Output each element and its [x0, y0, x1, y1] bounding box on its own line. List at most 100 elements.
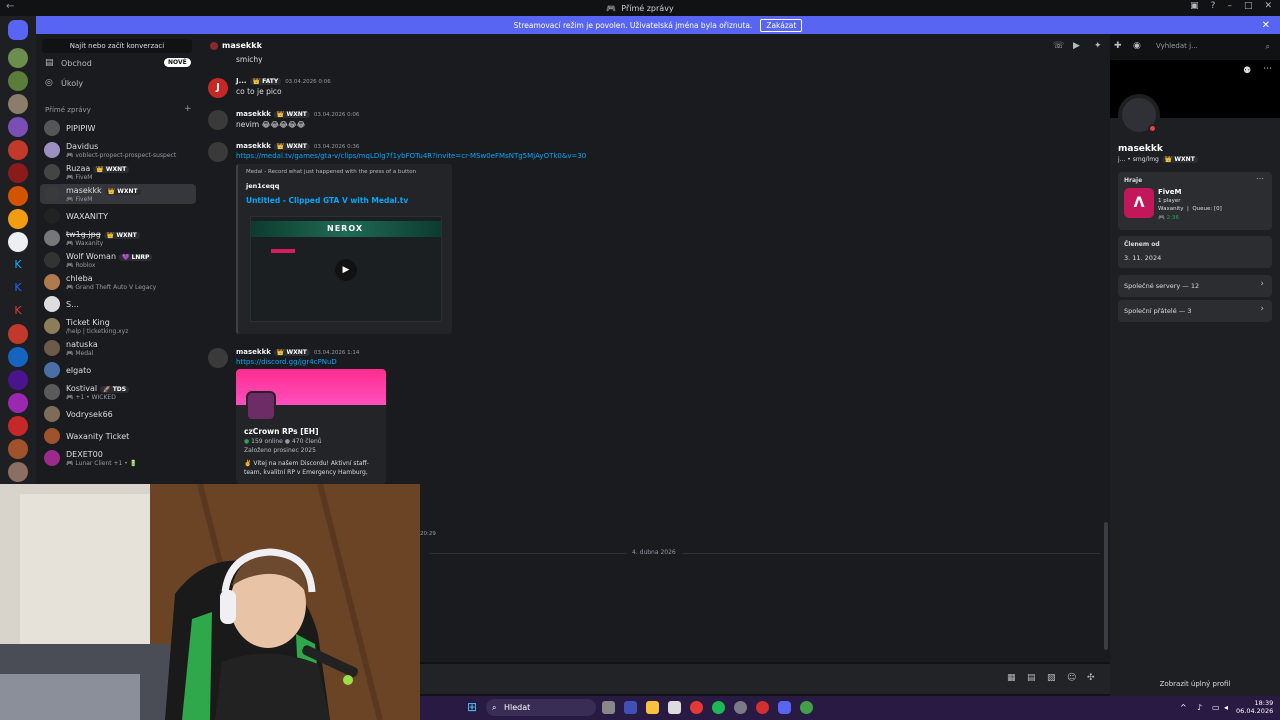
user-profile-icon[interactable]: ◉ [1133, 41, 1141, 51]
voice-call-icon[interactable]: ☏ [1053, 41, 1064, 51]
server-icon[interactable] [8, 462, 28, 482]
dm-item[interactable]: chleba 🎮 Grand Theft Auto V Legacy [40, 272, 196, 292]
dm-item[interactable]: S... [40, 294, 196, 314]
server-icon[interactable] [8, 71, 28, 91]
home-button[interactable] [8, 20, 28, 40]
play-icon[interactable]: ▶ [335, 259, 357, 281]
dm-item[interactable]: Davidus 🎮 voblect-propect-prospect-suspec… [40, 140, 196, 160]
avatar[interactable] [208, 142, 228, 162]
dm-item[interactable]: DEXET00 🎮 Lunar Client +1 • 🔋 [40, 448, 196, 468]
chrome-icon[interactable] [800, 701, 813, 714]
server-icon[interactable]: K [8, 278, 28, 298]
server-icon[interactable]: K [8, 255, 28, 275]
store-icon[interactable] [668, 701, 681, 714]
dm-item[interactable]: tw1g.jpg 👑 WXNT 🎮 Waxanity [40, 228, 196, 248]
message-author[interactable]: masekkk 👑 WXNT 03.04.2026 1:14 [236, 348, 359, 356]
volume-icon[interactable]: ◂ [1224, 703, 1228, 712]
gift-icon[interactable]: ▦ [1007, 673, 1016, 683]
dm-item[interactable]: Wolf Woman 💜 LNRP 🎮 Roblox [40, 250, 196, 270]
taskbar-search[interactable]: ⌕ Hledat [486, 699, 596, 716]
server-icon[interactable] [8, 140, 28, 160]
create-dm-icon[interactable]: + [184, 104, 192, 114]
minimize-icon[interactable]: – [1227, 1, 1232, 11]
dm-item[interactable]: Ruzaa 👑 WXNT 🎮 FiveM [40, 162, 196, 182]
mutual-friends-row[interactable]: Společní přátelé — 3 › [1118, 300, 1272, 322]
pin-icon[interactable]: ✦ [1094, 41, 1102, 51]
embed-author[interactable]: jen1ceqq [246, 182, 279, 190]
server-invite-embed[interactable]: czCrown RPs [EH] ● 159 online ● 470 člen… [236, 369, 386, 484]
dm-item[interactable]: elgato [40, 360, 196, 380]
embed-title[interactable]: Untitled - Clipped GTA V with Medal.tv [246, 196, 408, 205]
message-link[interactable]: https://discord.gg/jgr4cPNuD [236, 358, 337, 366]
gif-icon[interactable]: ▤ [1027, 673, 1036, 683]
nav-tasks[interactable]: ◎ Úkoly [45, 78, 83, 88]
server-icon[interactable] [8, 232, 28, 252]
app-icon[interactable] [756, 701, 769, 714]
sticker-icon[interactable]: ▧ [1047, 673, 1056, 683]
avatar [44, 318, 60, 334]
server-icon[interactable] [8, 393, 28, 413]
message-author[interactable]: J... 👑 FATY 03.04.2026 0:06 [236, 77, 331, 85]
maximize-icon[interactable]: □ [1244, 1, 1253, 11]
video-thumbnail[interactable]: NEROX ▶ [250, 216, 442, 322]
dm-item[interactable]: WAXANITY [40, 206, 196, 226]
chrome-icon[interactable] [690, 701, 703, 714]
dm-item[interactable]: Kostival 🚀 TDS 🎮 +1 • WICKED [40, 382, 196, 402]
chat-scrollbar[interactable] [1104, 522, 1108, 650]
search-input[interactable]: Vyhledat j... ⌕ [1150, 40, 1276, 53]
network-icon[interactable]: ▭ [1212, 703, 1220, 712]
inbox-icon[interactable]: ▣ [1190, 1, 1199, 11]
message-author[interactable]: masekkk 👑 WXNT 03.04.2026 0:06 [236, 110, 359, 118]
avatar[interactable] [208, 348, 228, 368]
copilot-icon[interactable] [624, 701, 637, 714]
server-icon[interactable] [8, 324, 28, 344]
dm-item[interactable]: natuska 🎮 Medal [40, 338, 196, 358]
emoji-icon[interactable]: ☺ [1067, 673, 1076, 683]
apps-icon[interactable]: ✣ [1087, 673, 1095, 683]
server-icon[interactable] [8, 370, 28, 390]
back-arrow-icon[interactable]: ← [6, 1, 14, 12]
file-explorer-icon[interactable] [646, 701, 659, 714]
add-friends-icon[interactable]: ✚ [1114, 41, 1122, 51]
avatar[interactable] [208, 110, 228, 130]
discord-taskbar-icon[interactable] [778, 701, 791, 714]
dm-item[interactable]: PIPIPIW [40, 118, 196, 138]
dm-item-selected[interactable]: masekkk 👑 WXNT 🎮 FiveM [40, 184, 196, 204]
dm-item[interactable]: Ticket King/help | ticketking.xyz [40, 316, 196, 336]
server-icon[interactable] [8, 347, 28, 367]
microphone-icon[interactable]: ♪ [1197, 703, 1202, 712]
avatar[interactable]: J [208, 78, 228, 98]
more-options-icon[interactable]: ⋯ [1263, 64, 1272, 74]
close-banner-icon[interactable]: ✕ [1262, 20, 1270, 31]
server-icon[interactable] [8, 186, 28, 206]
server-icon[interactable] [8, 209, 28, 229]
view-full-profile-link[interactable]: Zobrazit úplný profil [1110, 680, 1280, 688]
nav-shop[interactable]: ▤ Obchod [45, 58, 92, 68]
settings-icon[interactable] [734, 701, 747, 714]
help-icon[interactable]: ? [1211, 1, 1216, 11]
task-view-icon[interactable] [602, 701, 615, 714]
disable-button[interactable]: Zakázat [760, 18, 803, 32]
message-author[interactable]: masekkk 👑 WXNT 03.04.2026 0:36 [236, 142, 359, 150]
windows-start-icon[interactable]: ⊞ [467, 700, 477, 714]
message-link[interactable]: https://medal.tv/games/gta-v/clips/mqLDl… [236, 152, 586, 160]
spotify-icon[interactable] [712, 701, 725, 714]
find-conversation-button[interactable]: Najít nebo začít konverzaci [42, 39, 192, 53]
message-text: nevim 😂😂😂😂😂 [236, 120, 306, 129]
close-window-icon[interactable]: ✕ [1264, 1, 1272, 11]
server-icon[interactable] [8, 416, 28, 436]
taskbar-clock[interactable]: 18:39 06.04.2026 [1236, 699, 1273, 715]
server-icon[interactable]: K [8, 301, 28, 321]
server-icon[interactable] [8, 439, 28, 459]
activity-more-icon[interactable]: ⋯ [1256, 174, 1264, 183]
mutual-servers-row[interactable]: Společné servery — 12 › [1118, 275, 1272, 297]
server-icon[interactable] [8, 94, 28, 114]
dm-item[interactable]: Vodrysek66 [40, 404, 196, 424]
server-icon[interactable] [8, 48, 28, 68]
video-call-icon[interactable]: ▶ [1073, 41, 1080, 51]
server-icon[interactable] [8, 117, 28, 137]
tray-chevron-icon[interactable]: ^ [1180, 703, 1187, 712]
server-icon[interactable] [8, 163, 28, 183]
add-friend-icon[interactable]: ⚉ [1243, 66, 1251, 76]
dm-item[interactable]: Waxanity Ticket [40, 426, 196, 446]
